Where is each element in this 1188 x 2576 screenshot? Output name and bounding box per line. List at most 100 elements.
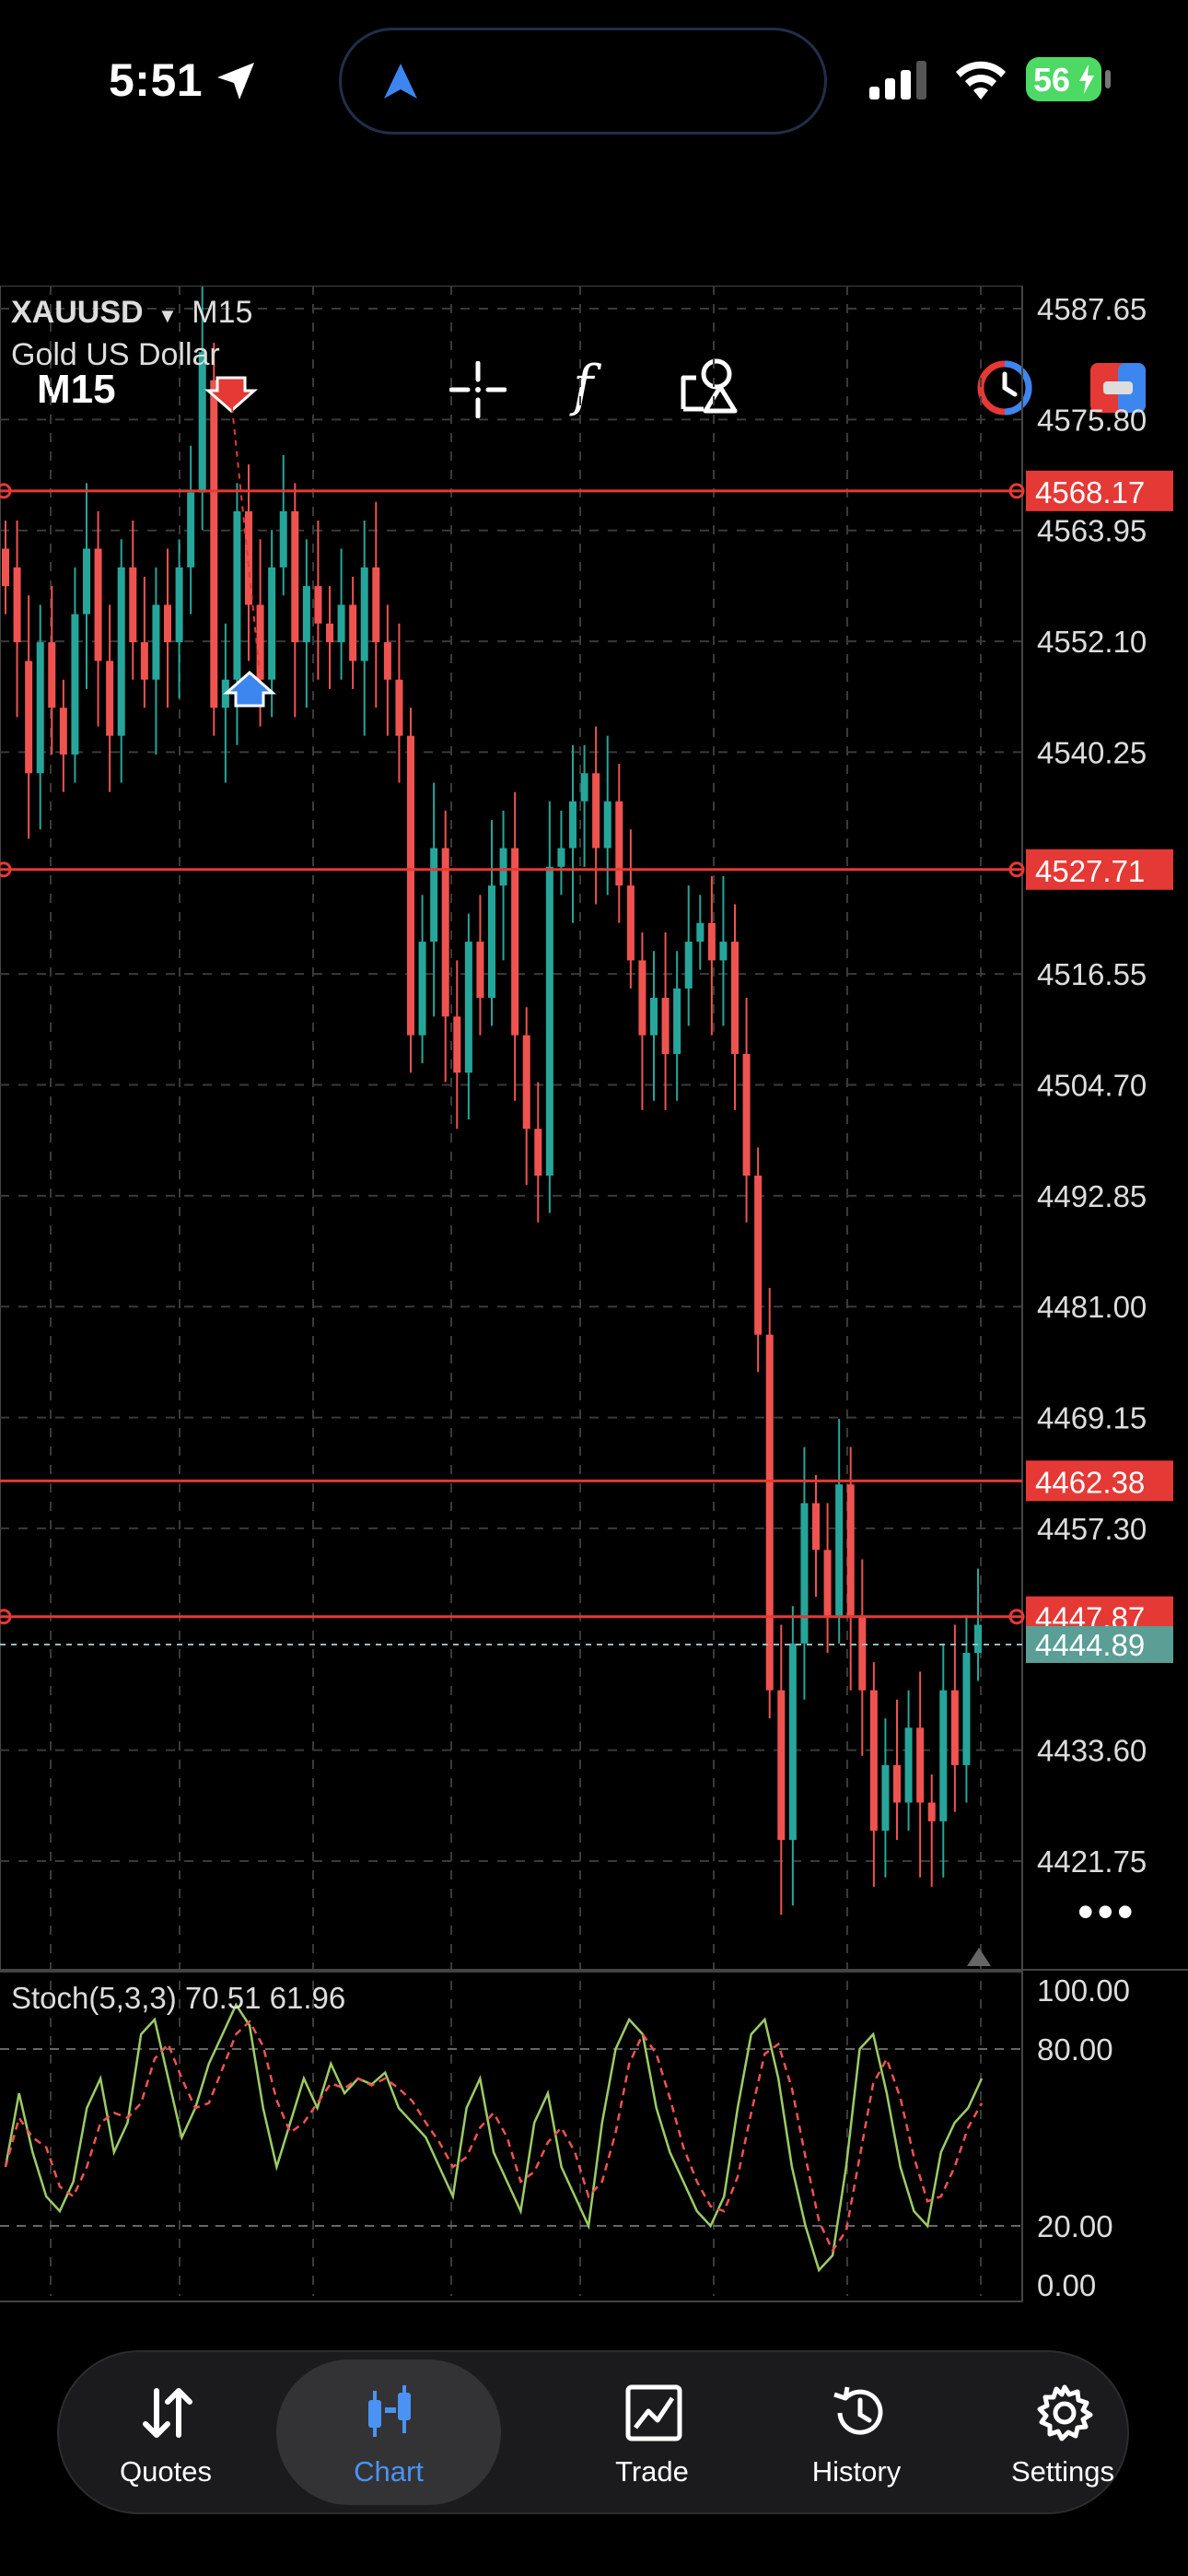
candle-body [950, 1690, 959, 1765]
candle-body [545, 866, 553, 1177]
candle-body [742, 1053, 751, 1177]
price-tick-label: 4563.95 [1037, 514, 1147, 548]
dynamic-island[interactable] [339, 28, 827, 135]
battery-tip [1105, 70, 1111, 88]
symbol-dropdown-icon: ▼ [157, 304, 178, 327]
current-price-label: 4444.89 [1035, 1628, 1145, 1662]
candle-body [164, 604, 171, 643]
candle-body [765, 1334, 774, 1691]
candle-body [488, 885, 495, 999]
tab-settings[interactable]: Settings [956, 2352, 1170, 2512]
candle-body [499, 848, 507, 886]
candle-body [71, 614, 79, 755]
candle-body [198, 352, 206, 493]
stoch-scale-label: 0.00 [1037, 2268, 1096, 2302]
time-tick-label: 26 Mar 09:45 [849, 2309, 1033, 2313]
price-tick-label: 4575.80 [1037, 403, 1147, 437]
candle-body [256, 604, 264, 680]
scroll-end-icon[interactable] [965, 1946, 993, 1968]
quotes-icon [143, 2388, 192, 2438]
candle-body [13, 567, 21, 643]
price-tick-label: 4516.55 [1037, 957, 1147, 991]
tab-trade[interactable]: Trade [545, 2352, 759, 2512]
stochastic-panel: 100.00 80.00 20.00 0.00 [0, 1969, 1188, 2302]
candle-body [719, 942, 728, 961]
candle-body [187, 492, 195, 568]
more-options-icon[interactable]: ••• [1077, 1889, 1137, 1935]
candle-body [268, 567, 276, 680]
price-tick-label: 4457.30 [1037, 1512, 1147, 1546]
candle-body [707, 922, 716, 961]
status-bar: 5:51 56 [0, 0, 1188, 166]
candle-body [48, 642, 56, 708]
price-tick-label: 4540.25 [1037, 735, 1147, 769]
time-tick-label: 25 Mar 08:45 [57, 2309, 241, 2313]
horizontal-levels[interactable]: 4568.174527.714462.384447.874444.89 [0, 470, 1173, 1663]
time-tick-label: 26 Mar 01:45 [586, 2309, 770, 2313]
candle-body [106, 661, 114, 736]
candle-body [534, 1129, 542, 1177]
symbol-header[interactable]: XAUUSD ▼ M15 [11, 295, 252, 331]
candle-body [430, 848, 438, 943]
location-arrow-icon [217, 63, 254, 100]
price-tick-label: 4492.85 [1037, 1179, 1147, 1213]
stoch-scale-label: 100.00 [1037, 1973, 1130, 2008]
charging-bolt-icon [1079, 64, 1094, 94]
candle-body [893, 1764, 901, 1803]
tab-chart[interactable]: Chart [276, 2359, 501, 2505]
tab-history[interactable]: History [750, 2352, 963, 2512]
candle-body [360, 567, 368, 662]
candle-body [94, 548, 102, 662]
candle-body [522, 1035, 530, 1130]
candle-body [395, 679, 403, 736]
candle-body [800, 1503, 809, 1644]
candle-body [904, 1727, 913, 1803]
candle-body [939, 1690, 948, 1821]
candle-body [175, 567, 183, 643]
candle-body [210, 380, 218, 708]
candle-body [569, 801, 577, 849]
candle-body [140, 642, 148, 680]
price-tick-label: 4587.65 [1037, 292, 1147, 326]
price-panel-frame [0, 286, 1023, 1973]
candle-body [291, 510, 299, 643]
settings-icon [1037, 2384, 1093, 2441]
candle-body [858, 1615, 867, 1691]
candle-body [869, 1690, 878, 1831]
trade-icon [625, 2384, 682, 2441]
battery-icon: 56 [1026, 57, 1101, 101]
chart-timeframe: M15 [192, 295, 253, 330]
chart-icon [368, 2385, 411, 2437]
battery-level: 56 [1033, 61, 1071, 99]
candle-body [25, 661, 33, 774]
stoch-scale-label: 20.00 [1037, 2209, 1113, 2243]
time-tick-label: 25 Mar 16:45 [322, 2309, 507, 2313]
wifi-icon [956, 61, 1006, 100]
candle-body [233, 510, 241, 680]
candle-body [557, 848, 565, 867]
level-price-label: 4568.17 [1035, 475, 1145, 509]
candle-body [372, 567, 380, 643]
candle-body [603, 801, 611, 849]
stochastic-label: Stoch(5,3,3) 70.51 61.96 [11, 1981, 346, 2015]
candle-body [326, 623, 333, 643]
price-tick-label: 4552.10 [1037, 625, 1147, 659]
candle-body [927, 1802, 936, 1821]
tab-quotes-label: Quotes [120, 2455, 212, 2488]
candle-body [684, 942, 693, 989]
candle-body [83, 548, 90, 615]
tab-quotes[interactable]: Quotes [59, 2352, 273, 2512]
candle-body [36, 642, 44, 774]
candle-body [441, 848, 449, 1017]
cellular-signal-icon [869, 61, 926, 100]
candle-body [615, 801, 623, 886]
candle-body [754, 1176, 763, 1335]
candle-body [650, 998, 658, 1036]
candle-body [788, 1643, 797, 1841]
candle-body [349, 604, 357, 662]
level-price-label: 4462.38 [1035, 1465, 1145, 1499]
candle-body [383, 642, 391, 680]
tab-chart-label: Chart [354, 2455, 424, 2488]
candle-body [453, 1016, 461, 1073]
candle-body [916, 1727, 925, 1803]
